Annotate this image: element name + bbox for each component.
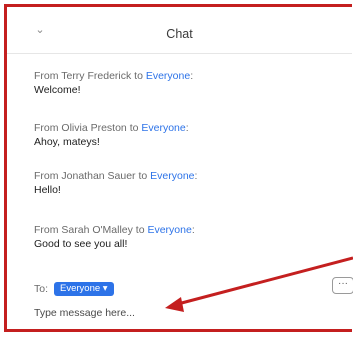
message-text: Hello! — [34, 184, 61, 196]
message-text: Ahoy, mateys! — [34, 136, 100, 148]
message-sender-line: From Terry Frederick to Everyone: — [34, 69, 334, 83]
message-sender-line: From Olivia Preston to Everyone: — [34, 121, 334, 135]
more-options-button[interactable]: ··· — [332, 277, 353, 294]
chat-panel: ⌄ Chat From Terry Frederick to Everyone:… — [4, 4, 353, 332]
chat-title: Chat — [166, 27, 193, 41]
sender-suffix: : — [191, 224, 195, 236]
message-sender-line: From Jonathan Sauer to Everyone: — [34, 169, 334, 183]
message-sender: From Jonathan Sauer to — [34, 170, 151, 182]
chat-message: From Sarah O'Malley to Everyone: Good to… — [34, 223, 334, 252]
recipient-row: To: Everyone ▾ — [34, 281, 114, 297]
message-sender: From Terry Frederick to — [34, 70, 146, 82]
to-label: To: — [34, 283, 49, 295]
recipient-dropdown[interactable]: Everyone ▾ — [54, 282, 114, 296]
message-sender: From Sarah O'Malley to — [34, 224, 148, 236]
message-sender-line: From Sarah O'Malley to Everyone: — [34, 223, 334, 237]
message-sender: From Olivia Preston to — [34, 122, 142, 134]
message-recipient[interactable]: Everyone — [147, 224, 191, 236]
chat-message: From Terry Frederick to Everyone: Welcom… — [34, 69, 334, 98]
message-text: Good to see you all! — [34, 238, 128, 250]
sender-suffix: : — [190, 70, 194, 82]
chat-message: From Jonathan Sauer to Everyone: Hello! — [34, 169, 334, 198]
message-text: Welcome! — [34, 84, 81, 96]
message-input[interactable]: Type message here... — [34, 307, 174, 319]
sender-suffix: : — [194, 170, 198, 182]
message-recipient[interactable]: Everyone — [146, 70, 190, 82]
message-recipient[interactable]: Everyone — [141, 122, 185, 134]
chat-message: From Olivia Preston to Everyone: Ahoy, m… — [34, 121, 334, 150]
message-recipient[interactable]: Everyone — [150, 170, 194, 182]
chat-header: ⌄ Chat — [7, 7, 352, 54]
sender-suffix: : — [185, 122, 189, 134]
